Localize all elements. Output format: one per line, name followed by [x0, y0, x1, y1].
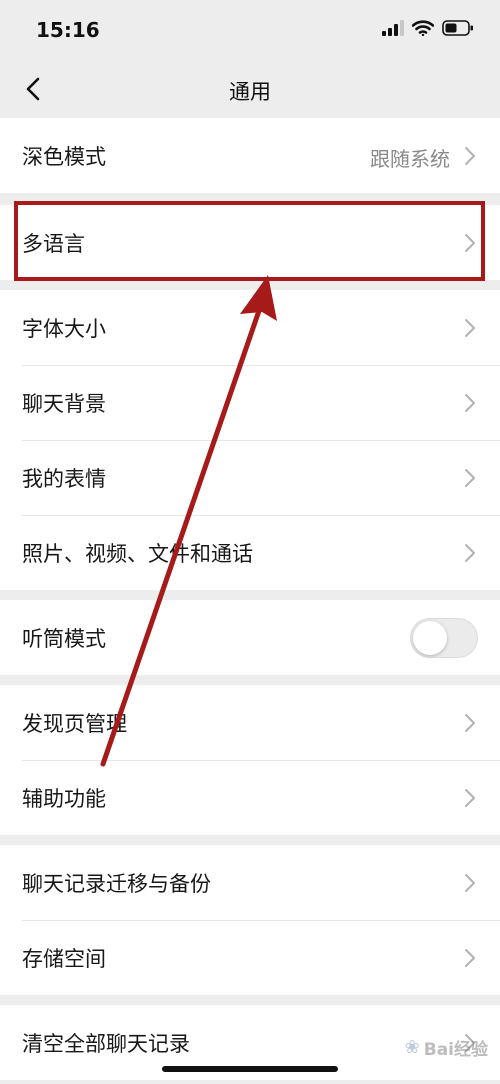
chevron-right-icon	[465, 714, 475, 732]
setting-my-stickers[interactable]: 我的表情	[0, 440, 500, 515]
setting-label: 聊天背景	[22, 391, 106, 416]
page-title: 通用	[229, 80, 271, 104]
settings-group-language: 多语言	[0, 205, 500, 280]
status-icons	[382, 20, 474, 36]
settings-group-chat: 字体大小 聊天背景 我的表情 照片、视频、文件和通话	[0, 290, 500, 590]
home-indicator	[162, 1066, 338, 1072]
setting-label: 清空全部聊天记录	[22, 1031, 190, 1056]
nav-bar: 通用	[0, 60, 500, 118]
setting-earpiece-mode: 听筒模式	[0, 600, 500, 675]
setting-storage-space[interactable]: 存储空间	[0, 920, 500, 995]
settings-group-storage: 聊天记录迁移与备份 存储空间	[0, 845, 500, 995]
setting-media-files-calls[interactable]: 照片、视频、文件和通话	[0, 515, 500, 590]
setting-language[interactable]: 多语言	[0, 205, 500, 280]
setting-label: 存储空间	[22, 946, 106, 971]
setting-value: 跟随系统	[370, 147, 450, 171]
chevron-right-icon	[465, 234, 475, 252]
setting-label: 辅助功能	[22, 786, 106, 811]
chevron-right-icon	[465, 147, 475, 165]
chevron-right-icon	[465, 949, 475, 967]
chevron-right-icon	[465, 469, 475, 487]
chevron-right-icon	[465, 874, 475, 892]
setting-label: 聊天记录迁移与备份	[22, 871, 211, 896]
settings-group-discover: 发现页管理 辅助功能	[0, 685, 500, 835]
setting-dark-mode[interactable]: 深色模式 跟随系统	[0, 118, 500, 193]
wifi-icon	[412, 20, 434, 36]
setting-label: 字体大小	[22, 316, 106, 341]
setting-label: 听筒模式	[22, 626, 106, 651]
chevron-right-icon	[465, 319, 475, 337]
setting-label: 我的表情	[22, 466, 106, 491]
watermark-text: Bai经验	[423, 1040, 488, 1060]
watermark: ❀ Bai经验	[405, 1035, 488, 1060]
setting-chat-background[interactable]: 聊天背景	[0, 365, 500, 440]
earpiece-mode-toggle[interactable]	[410, 618, 478, 658]
setting-chat-migration-backup[interactable]: 聊天记录迁移与备份	[0, 845, 500, 920]
setting-label: 深色模式	[22, 144, 106, 169]
setting-label: 发现页管理	[22, 711, 127, 736]
paw-logo-icon: ❀	[404, 1037, 420, 1058]
cellular-signal-icon	[382, 20, 404, 36]
chevron-right-icon	[465, 394, 475, 412]
setting-accessibility[interactable]: 辅助功能	[0, 760, 500, 835]
toggle-knob	[413, 621, 447, 655]
status-time: 15:16	[36, 18, 100, 42]
settings-group-display: 深色模式 跟随系统	[0, 118, 500, 193]
chevron-right-icon	[465, 789, 475, 807]
setting-discover-management[interactable]: 发现页管理	[0, 685, 500, 760]
battery-icon	[442, 20, 473, 36]
status-bar: 15:16	[0, 0, 500, 60]
chevron-right-icon	[465, 544, 475, 562]
settings-group-earpiece: 听筒模式	[0, 600, 500, 675]
setting-font-size[interactable]: 字体大小	[0, 290, 500, 365]
setting-label: 照片、视频、文件和通话	[22, 541, 253, 566]
setting-label: 多语言	[22, 231, 85, 256]
